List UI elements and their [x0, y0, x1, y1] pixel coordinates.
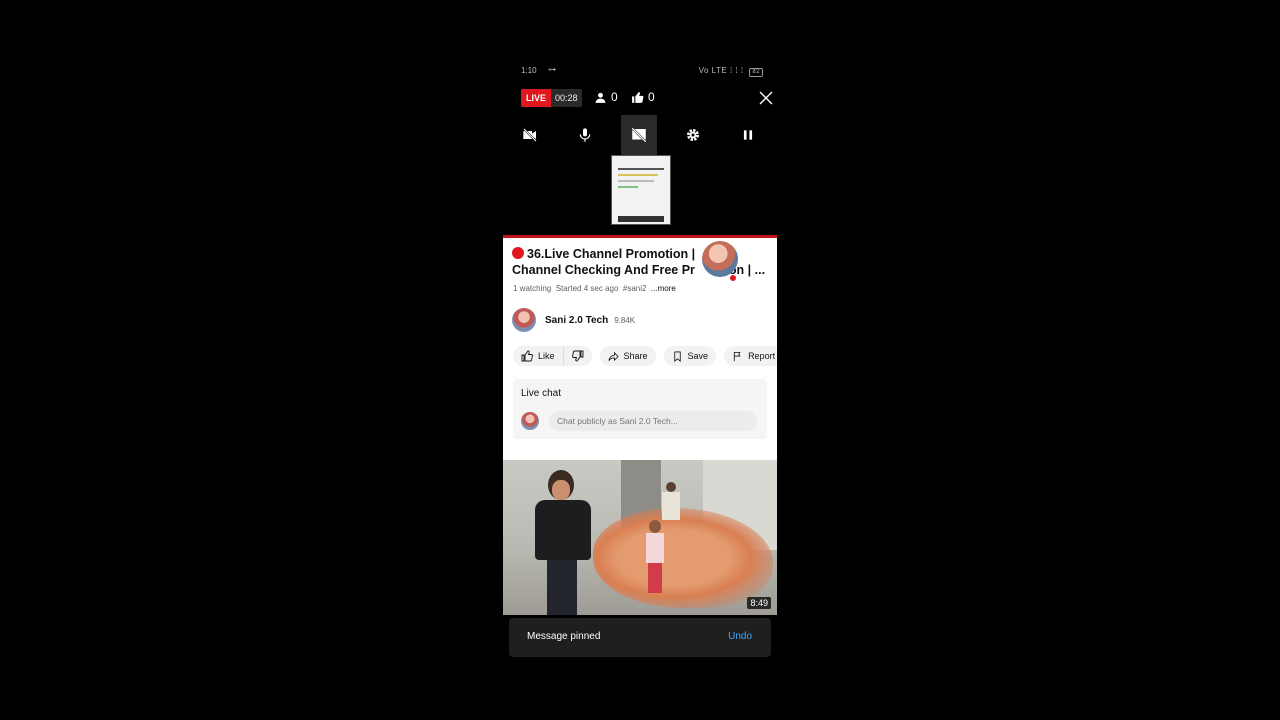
phone-screen: 1:10 ⊶ Vo LTE ⁞ ⁞ ⁞ 82 LIVE 00:28 0 0 36… — [503, 55, 777, 663]
viewer-count-value: 0 — [611, 90, 618, 104]
battery-icon: 82 — [749, 68, 763, 77]
camera-off-icon — [522, 127, 538, 143]
pause-icon — [741, 128, 755, 142]
live-label: LIVE — [521, 89, 552, 107]
thumbs-up-icon — [631, 91, 644, 104]
settings-button[interactable] — [682, 124, 704, 146]
signal-icon: Vo LTE ⁞ ⁞ ⁞ — [698, 66, 744, 75]
viewer-count: 0 — [594, 90, 618, 104]
dislike-button[interactable] — [563, 346, 592, 366]
like-count: 0 — [631, 90, 655, 104]
watching-count: 1 watching — [513, 284, 552, 293]
like-count-value: 0 — [648, 90, 655, 104]
subscriber-count: 9.84K — [614, 315, 636, 325]
video-info-card: 36.Live Channel Promotion | Channel Chec… — [503, 238, 777, 460]
like-label: Like — [538, 351, 555, 361]
live-chat-panel[interactable]: Live chat — [513, 379, 767, 439]
action-bar: Like Share Save Report — [513, 346, 777, 366]
flag-icon — [732, 351, 743, 362]
microphone-button[interactable] — [574, 124, 596, 146]
channel-name[interactable]: Sani 2.0 Tech — [545, 315, 608, 326]
channel-row[interactable]: Sani 2.0 Tech 9.84K — [512, 308, 635, 332]
status-icons: Vo LTE ⁞ ⁞ ⁞ 82 — [699, 66, 763, 77]
live-toolbar: LIVE 00:28 0 0 — [521, 89, 773, 107]
video-title-line1: 36.Live Channel Promotion | — [527, 247, 696, 261]
video-meta: 1 watching Started 4 sec ago #sani2 ...m… — [513, 284, 676, 293]
chat-input[interactable] — [549, 411, 757, 431]
video-duration: 8:49 — [747, 597, 771, 609]
started-time: Started 4 sec ago — [555, 284, 619, 293]
status-bar: 1:10 ⊶ Vo LTE ⁞ ⁞ ⁞ 82 — [503, 65, 777, 77]
screen-preview-thumbnail[interactable] — [611, 155, 671, 225]
live-record-icon — [512, 247, 524, 259]
undo-button[interactable]: Undo — [728, 631, 752, 642]
more-link[interactable]: ...more — [651, 284, 676, 293]
live-badge: LIVE 00:28 — [521, 89, 582, 107]
snackbar: Message pinned Undo — [509, 618, 771, 657]
status-time: 1:10 — [521, 66, 537, 75]
thumbs-up-icon — [521, 350, 533, 362]
screen-share-off-icon — [630, 126, 648, 144]
save-label: Save — [687, 351, 709, 361]
live-timer: 00:28 — [555, 93, 578, 103]
video-thumbnail[interactable]: 8:49 — [503, 460, 777, 615]
thumbs-down-icon — [571, 350, 584, 362]
gear-icon — [685, 127, 701, 143]
share-icon — [608, 351, 619, 362]
pause-button[interactable] — [737, 124, 759, 146]
microphone-icon — [577, 127, 593, 143]
camera-off-button[interactable] — [519, 124, 541, 146]
live-chat-label: Live chat — [521, 388, 562, 399]
report-button[interactable]: Report — [724, 346, 777, 366]
recording-dot — [730, 275, 736, 281]
floating-camera-avatar[interactable] — [702, 241, 738, 277]
status-glyph: ⊶ — [548, 65, 556, 74]
save-button[interactable]: Save — [663, 346, 717, 366]
report-label: Report — [748, 351, 776, 361]
hashtag[interactable]: #sani2 — [623, 284, 647, 293]
share-label: Share — [623, 351, 648, 361]
share-button[interactable]: Share — [599, 346, 656, 366]
screen-share-button[interactable] — [621, 115, 657, 155]
video-title-line2: Channel Checking And Free Pr — [512, 263, 695, 277]
person-icon — [594, 91, 607, 104]
channel-avatar[interactable] — [512, 308, 536, 332]
bookmark-icon — [672, 351, 683, 362]
snackbar-message: Message pinned — [527, 631, 601, 642]
close-button[interactable] — [757, 89, 775, 107]
like-button[interactable]: Like — [513, 346, 564, 366]
chat-user-avatar — [521, 412, 539, 430]
close-icon — [757, 89, 775, 107]
stream-controls — [503, 115, 777, 155]
